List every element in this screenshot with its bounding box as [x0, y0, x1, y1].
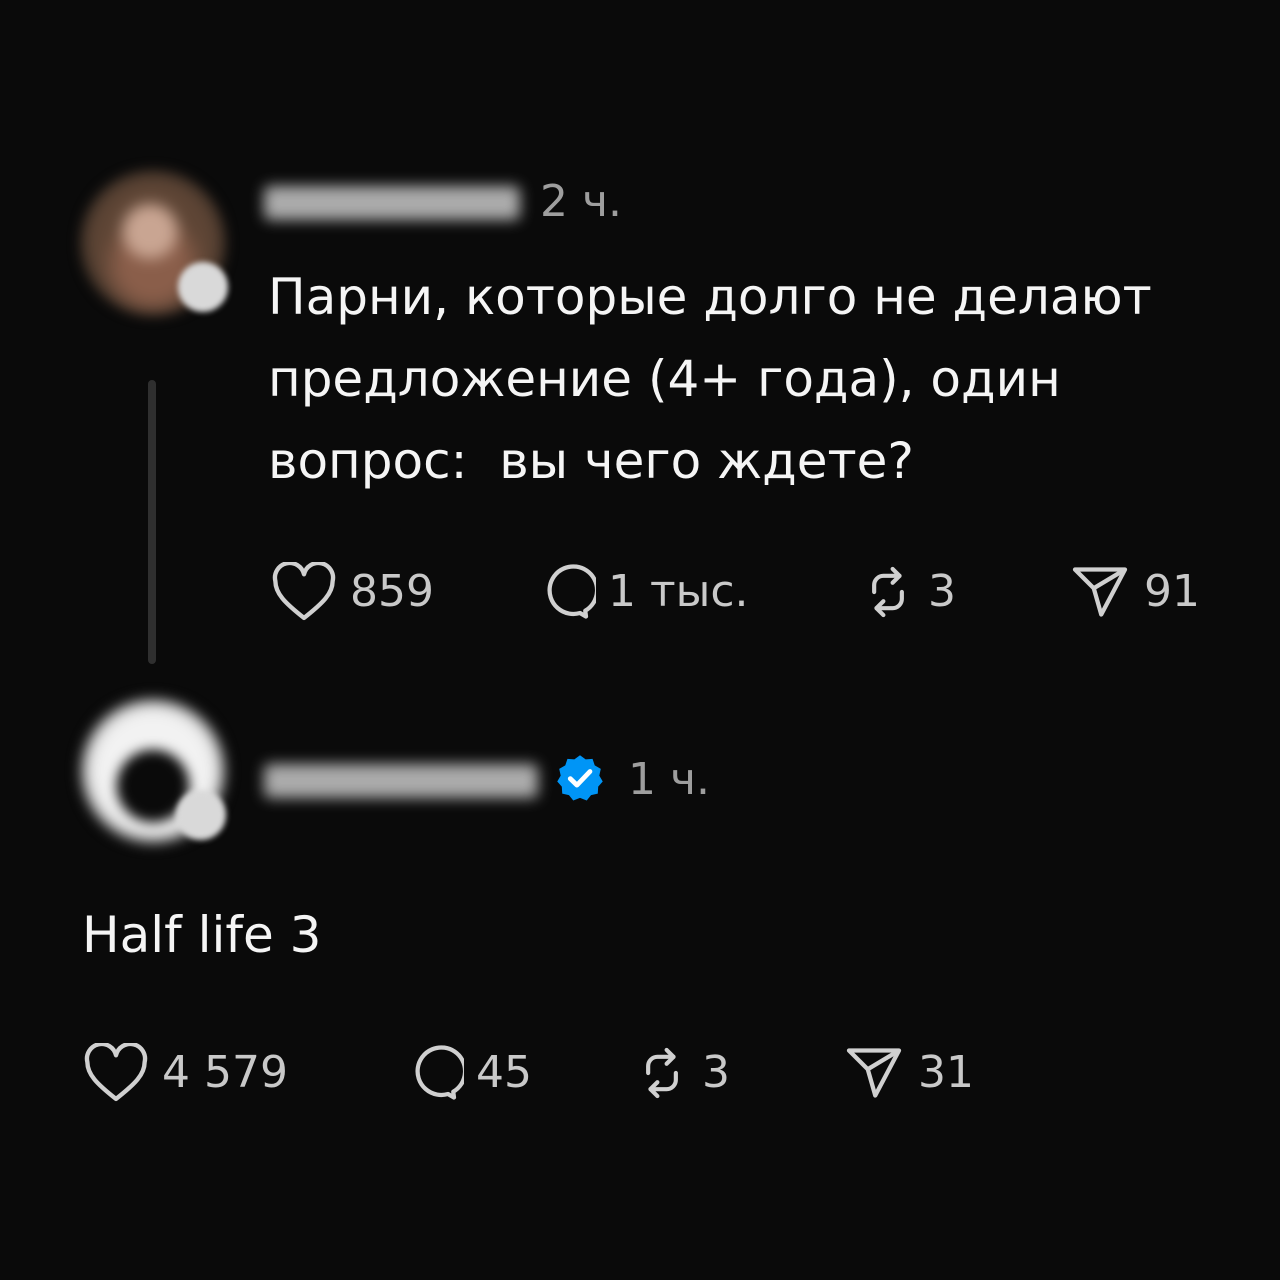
repost-count: 3: [702, 1047, 730, 1098]
comment-count: 1 тыс.: [608, 566, 749, 617]
reply-like-button[interactable]: 4 579: [82, 1043, 288, 1103]
reply-comment-button[interactable]: 45: [400, 1043, 532, 1103]
speech-bubble-icon: [415, 1045, 464, 1100]
paper-plane-icon: [1072, 567, 1128, 617]
repost-arrows-icon: [872, 566, 904, 618]
threads-conversation: 2 ч. Парни, которые долго не делают пред…: [0, 0, 1280, 1280]
reply-repost-button[interactable]: 3: [634, 1043, 730, 1103]
reply-share-button[interactable]: 31: [842, 1043, 974, 1103]
thread-connector-line: [148, 380, 156, 664]
post-repost-button[interactable]: 3: [860, 562, 956, 622]
repost-arrows-icon: [646, 1047, 678, 1099]
reply-body-text: Half life 3: [82, 906, 322, 964]
like-count: 4 579: [162, 1047, 288, 1098]
comment-count: 45: [476, 1047, 532, 1098]
speech-bubble-icon: [547, 564, 596, 619]
follow-plus-icon[interactable]: [176, 790, 226, 840]
post-comment-button[interactable]: 1 тыс.: [532, 562, 749, 622]
post-timestamp: 2 ч.: [540, 176, 622, 227]
reply-author-avatar[interactable]: [78, 696, 228, 846]
reply-author-username-blurred[interactable]: [264, 764, 538, 798]
share-count: 91: [1144, 566, 1200, 617]
reply-timestamp: 1 ч.: [628, 754, 710, 805]
post-share-button[interactable]: 91: [1068, 562, 1200, 622]
heart-icon: [84, 1043, 148, 1102]
verified-badge-icon: [557, 755, 603, 801]
post-body-text: Парни, которые долго не делают предложен…: [268, 268, 1168, 490]
follow-plus-icon[interactable]: [178, 262, 228, 312]
heart-icon: [272, 562, 336, 621]
like-count: 859: [350, 566, 434, 617]
paper-plane-icon: [846, 1048, 902, 1098]
repost-count: 3: [928, 566, 956, 617]
post-author-username-blurred[interactable]: [264, 186, 520, 220]
post-like-button[interactable]: 859: [270, 562, 434, 622]
share-count: 31: [918, 1047, 974, 1098]
post-author-avatar[interactable]: [80, 170, 228, 316]
